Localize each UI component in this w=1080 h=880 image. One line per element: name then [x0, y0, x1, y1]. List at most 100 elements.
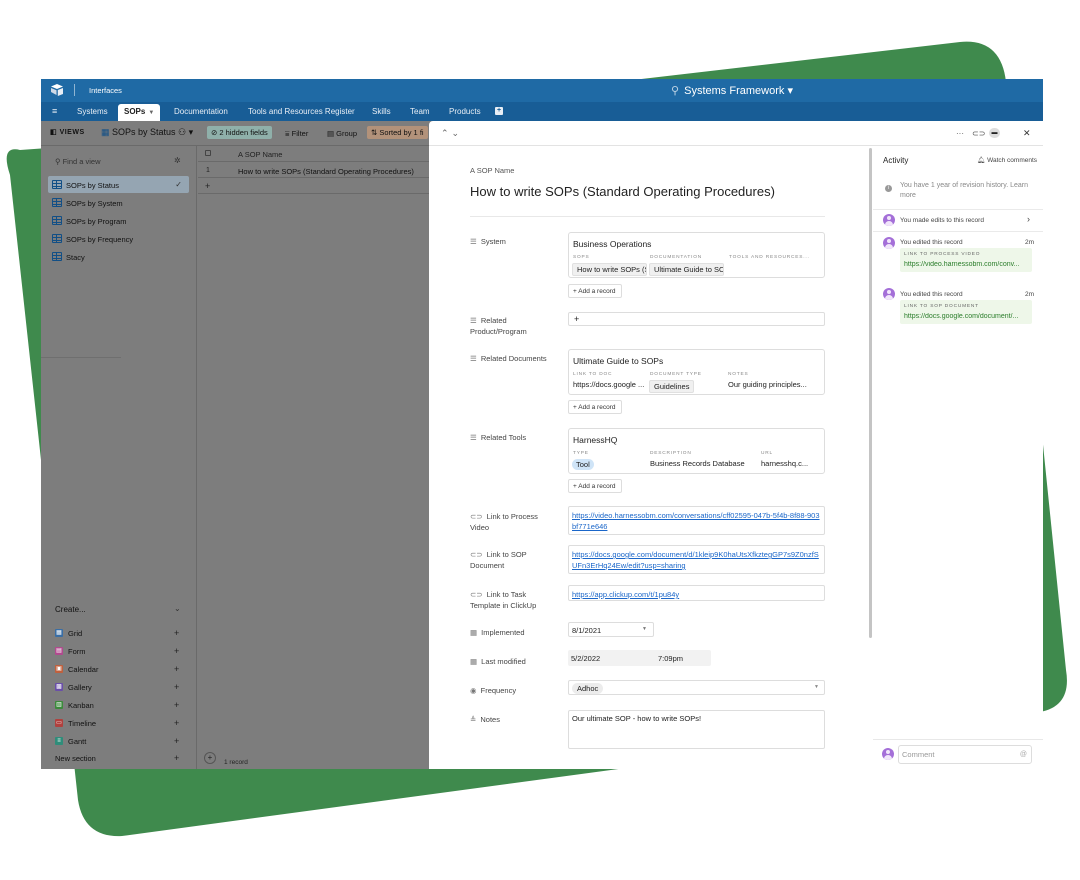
chevron-down-icon[interactable]: ⌄	[174, 604, 181, 613]
plus-icon[interactable]: +	[174, 700, 179, 710]
record-scrollbar[interactable]	[869, 148, 872, 638]
text-field-icon: A	[238, 150, 245, 159]
revision-history-info[interactable]: You have 1 year of revision history. Lea…	[900, 181, 1030, 201]
table-row[interactable]: 1 How to write SOPs (Standard Operating …	[198, 163, 430, 178]
watch-comments-button[interactable]: 🔔︎ Watch comments	[977, 156, 1037, 164]
card-field-header: DESCRIPTION	[650, 451, 692, 456]
hamburger-menu-icon[interactable]: ≡	[52, 106, 57, 116]
activity-divider	[873, 209, 1043, 210]
tab-documentation[interactable]: Documentation	[174, 107, 228, 116]
row-primary-cell[interactable]: How to write SOPs (Standard Operating Pr…	[238, 167, 414, 176]
current-view-switcher[interactable]: ▦ SOPs by Status ⚇ ▾	[101, 127, 193, 138]
field-label-text: System	[480, 237, 506, 246]
close-icon[interactable]: ✕	[1023, 128, 1031, 139]
sidebar-item-sops-by-status[interactable]: SOPs by Status ✓	[48, 176, 189, 193]
sidebar-item-sops-by-program[interactable]: SOPs by Program	[48, 212, 189, 229]
linked-record-card-documents[interactable]: Ultimate Guide to SOPs LINK TO DOC DOCUM…	[568, 349, 825, 395]
comment-input[interactable]: Comment @	[898, 745, 1032, 764]
card-field-header: URL	[761, 451, 773, 456]
task-template-link[interactable]: https://app.clickup.com/t/1pu84y	[568, 585, 825, 601]
implemented-date-field[interactable]: 8/1/2021 ▼	[568, 622, 654, 637]
calendar-icon: ▦	[470, 657, 480, 666]
interfaces-link[interactable]: Interfaces	[89, 86, 122, 95]
linked-record-card-system[interactable]: Business Operations SOPS DOCUMENTATION T…	[568, 232, 825, 278]
avatar	[883, 288, 895, 300]
grid-header-row: A SOP Name	[198, 146, 430, 162]
topbar-separator	[74, 84, 75, 96]
sop-document-link[interactable]: https://docs.google.com/document/d/1klei…	[568, 545, 825, 574]
record-title[interactable]: How to write SOPs (Standard Operating Pr…	[470, 184, 775, 199]
field-label-text: Frequency	[480, 686, 517, 695]
base-title[interactable]: ⚲ Systems Framework ▾	[671, 84, 793, 97]
plus-icon: +	[205, 181, 211, 191]
add-record-button[interactable]: + Add a record	[568, 400, 622, 414]
group-button[interactable]: ▤ Group	[327, 129, 357, 138]
sidebar-item-sops-by-frequency[interactable]: SOPs by Frequency	[48, 230, 189, 247]
tab-sops[interactable]: SOPs ▼	[118, 104, 161, 121]
gantt-icon: ≡	[55, 737, 63, 745]
sidebar-item-label: SOPs by Program	[66, 217, 127, 226]
plus-icon[interactable]: +	[174, 682, 179, 692]
tab-skills[interactable]: Skills	[372, 107, 391, 116]
add-table-icon[interactable]: +	[495, 107, 503, 115]
card-field-value: harnesshq.c...	[761, 459, 809, 468]
tab-tools-and-resources[interactable]: Tools and Resources Register	[248, 107, 355, 116]
grid-icon	[52, 198, 62, 207]
select-all-checkbox[interactable]	[205, 150, 211, 156]
add-record-button[interactable]: + Add a record	[568, 479, 622, 493]
notes-textarea[interactable]: Our ultimate SOP - how to write SOPs!	[568, 710, 825, 749]
sidebar-item-sops-by-system[interactable]: SOPs by System	[48, 194, 189, 211]
add-row[interactable]: +	[198, 179, 430, 194]
form-icon: ▤	[55, 647, 63, 655]
plus-icon[interactable]: +	[174, 628, 179, 638]
plus-icon[interactable]: +	[174, 736, 179, 746]
record-nav-arrows[interactable]: ⌃⌄	[441, 128, 462, 139]
avatar	[883, 237, 895, 249]
card-field-value: https://docs.google ...	[573, 380, 645, 389]
filter-button[interactable]: ⩸ Filter	[285, 129, 308, 139]
field-label-sop-document: ⊂⊃ Link to SOP Document	[470, 549, 550, 571]
add-record-button[interactable]: +	[204, 752, 216, 764]
tab-team[interactable]: Team	[410, 107, 430, 116]
check-icon: ✓	[175, 180, 182, 189]
plus-icon[interactable]: +	[174, 753, 179, 763]
gear-icon[interactable]: ✲	[174, 156, 181, 165]
more-options-icon[interactable]: ···	[956, 129, 964, 138]
frequency-option: Adhoc	[572, 683, 604, 694]
plus-icon[interactable]: +	[174, 664, 179, 674]
plus-icon[interactable]: +	[174, 646, 179, 656]
base-share-icon: ⚲	[671, 85, 680, 97]
chevron-up-icon[interactable]: ⌃	[441, 128, 452, 138]
create-view-header[interactable]: Create...	[55, 605, 86, 614]
frequency-select[interactable]: Adhoc ▼	[568, 680, 825, 695]
column-header-sop-name[interactable]: A SOP Name	[238, 150, 282, 159]
create-item-label: Grid	[68, 629, 83, 638]
create-item-label: Gallery	[68, 683, 92, 692]
hidden-fields-label: 2 hidden fields	[219, 128, 268, 137]
linked-record-card-tools[interactable]: HarnessHQ TYPE DESCRIPTION URL Tool Busi…	[568, 428, 825, 474]
chevron-down-icon[interactable]: ⌄	[452, 128, 463, 138]
process-video-link[interactable]: https://video.harnessobm.com/conversatio…	[568, 506, 825, 535]
tab-products[interactable]: Products	[449, 107, 481, 116]
add-record-button[interactable]: + Add a record	[568, 284, 622, 298]
sort-button[interactable]: ⇅ Sorted by 1 fi	[367, 126, 428, 139]
linked-record-icon: ☰	[470, 316, 479, 325]
find-view-input[interactable]: ⚲ Find a view	[55, 157, 101, 166]
field-label-text: Notes	[480, 715, 500, 724]
hidden-fields-button[interactable]: ⊘ 2 hidden fields	[207, 126, 272, 139]
comments-toggle-icon[interactable]: ▬	[989, 128, 1000, 138]
views-toggle-button[interactable]: ◧ VIEWS	[50, 128, 85, 136]
card-field-header: SOPS	[573, 255, 590, 260]
tab-systems[interactable]: Systems	[77, 107, 108, 116]
avatar	[883, 214, 895, 226]
row-number: 1	[206, 167, 210, 174]
record-fields-panel: A SOP Name How to write SOPs (Standard O…	[429, 147, 869, 769]
chevron-right-icon[interactable]: ›	[1027, 214, 1030, 224]
mention-icon[interactable]: @	[1020, 751, 1027, 758]
sidebar-item-stacy[interactable]: Stacy	[48, 248, 189, 265]
url-field-icon: ⊂⊃	[470, 590, 485, 599]
related-product-field[interactable]: +	[568, 312, 825, 326]
link-icon[interactable]: ⊂⊃	[972, 129, 985, 138]
plus-icon[interactable]: +	[174, 718, 179, 728]
changed-field-value: https://video.harnessobm.com/conv...	[904, 261, 1020, 268]
